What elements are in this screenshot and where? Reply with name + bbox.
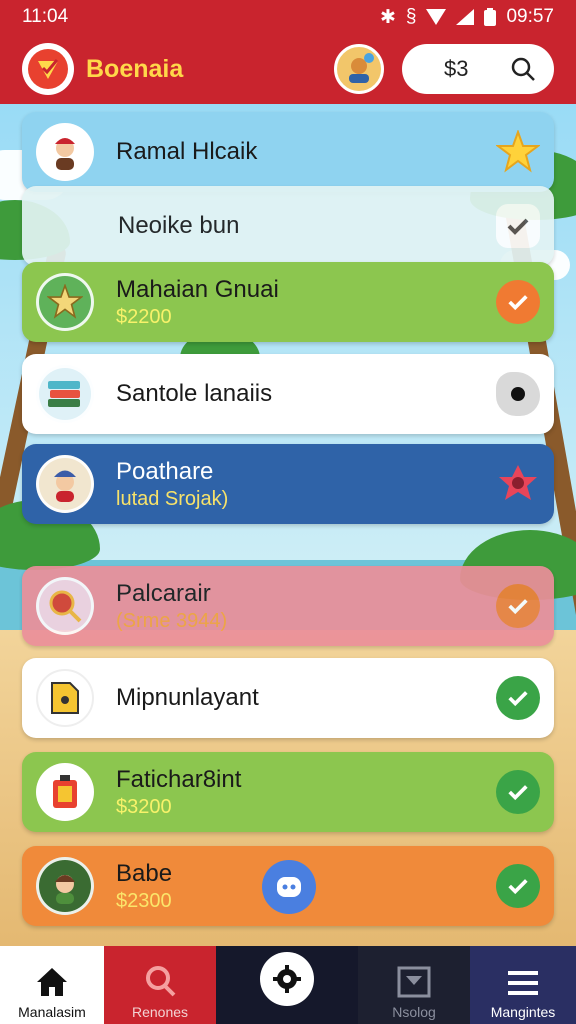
check-icon[interactable]	[496, 864, 540, 908]
check-icon[interactable]	[496, 770, 540, 814]
search-value: $3	[444, 56, 469, 81]
search-icon[interactable]	[510, 56, 536, 82]
books-icon	[36, 365, 94, 423]
item-price: $2200	[116, 305, 172, 328]
gear-icon	[273, 965, 301, 993]
app-title: Boenaia	[86, 54, 184, 83]
nav-inbox-label: Nsolog	[392, 1004, 436, 1020]
nav-menu-label: Mangintes	[490, 1004, 556, 1020]
item-price: $3200	[116, 795, 172, 818]
battery-icon	[484, 8, 497, 26]
inbox-icon	[397, 966, 431, 998]
document-icon	[36, 669, 94, 727]
bluetooth-icon: ✱	[379, 6, 396, 28]
check-icon[interactable]	[496, 204, 540, 248]
list-item[interactable]: Poathare lutad Srojak)	[22, 444, 554, 524]
list-item[interactable]: Babe $2300	[22, 846, 554, 926]
list-item[interactable]: Mipnunlayant	[22, 658, 554, 738]
wifi-icon	[426, 9, 447, 25]
blob-icon[interactable]	[496, 372, 540, 416]
person-icon	[36, 857, 94, 915]
item-title: Santole lanaiis	[116, 380, 273, 407]
item-title: Ramal Hlcaik	[116, 138, 258, 165]
magnifier-icon	[36, 577, 94, 635]
list-item[interactable]: Palcarair (Srme 3944)	[22, 566, 554, 646]
item-title: Poathare	[116, 457, 214, 485]
list-item[interactable]: Ramal Hlcaik	[22, 112, 554, 192]
flower-icon[interactable]	[496, 462, 540, 506]
nav-search-label: Renones	[131, 1004, 189, 1020]
item-title: Mipnunlayant	[116, 684, 259, 711]
status-icons: ✱ § 09:57	[380, 6, 554, 29]
status-bar: 11:04 ✱ § 09:57	[0, 0, 576, 34]
profile-avatar[interactable]	[334, 44, 384, 94]
nav-search[interactable]: Renones	[104, 946, 216, 1024]
check-icon[interactable]	[496, 280, 540, 324]
status-time: 11:04	[22, 6, 69, 27]
home-icon	[37, 968, 67, 996]
check-icon[interactable]	[496, 676, 540, 720]
fuel-can-icon	[36, 763, 94, 821]
app-logo[interactable]	[22, 43, 74, 95]
cartoon-avatar-icon	[349, 53, 374, 83]
item-subtitle: (Srme 3944)	[116, 609, 228, 632]
bottom-nav: Manalasim Renones Nsolog Mangintes	[0, 946, 576, 1024]
search-icon	[146, 966, 176, 997]
star-icon	[496, 130, 540, 173]
person-hat-icon	[36, 455, 94, 513]
item-subtitle: lutad Srojak)	[116, 487, 229, 510]
item-title: Fatichar8int	[116, 765, 242, 793]
logo-icon	[28, 49, 68, 89]
menu-icon	[508, 971, 538, 995]
chat-bot-icon	[277, 877, 301, 897]
search-field[interactable]: $3	[402, 44, 554, 94]
vibrate-icon: §	[405, 6, 417, 27]
item-title: Mahaian Gnuai	[116, 275, 279, 303]
star-icon	[36, 273, 94, 331]
nav-settings[interactable]	[216, 946, 358, 1024]
settings-button[interactable]	[260, 952, 314, 1006]
nav-inbox[interactable]: Nsolog	[358, 946, 470, 1024]
list-item[interactable]: Mahaian Gnuai $2200	[22, 262, 554, 342]
list-item[interactable]: Fatichar8int $3200	[22, 752, 554, 832]
check-icon[interactable]	[496, 584, 540, 628]
chat-button[interactable]	[262, 860, 316, 914]
person-icon	[36, 123, 94, 181]
item-title: Neoike bun	[118, 212, 240, 239]
nav-menu[interactable]: Mangintes	[470, 946, 576, 1024]
app-bar: Boenaia $3	[0, 34, 576, 104]
signal-icon	[456, 9, 475, 25]
nav-home[interactable]: Manalasim	[0, 946, 104, 1024]
item-title: Palcarair	[116, 579, 211, 607]
nav-home-label: Manalasim	[18, 1004, 86, 1020]
list-item[interactable]: Neoike bun	[22, 186, 554, 266]
list-item[interactable]: Santole lanaiis	[22, 354, 554, 434]
status-clock: 09:57	[506, 6, 554, 27]
